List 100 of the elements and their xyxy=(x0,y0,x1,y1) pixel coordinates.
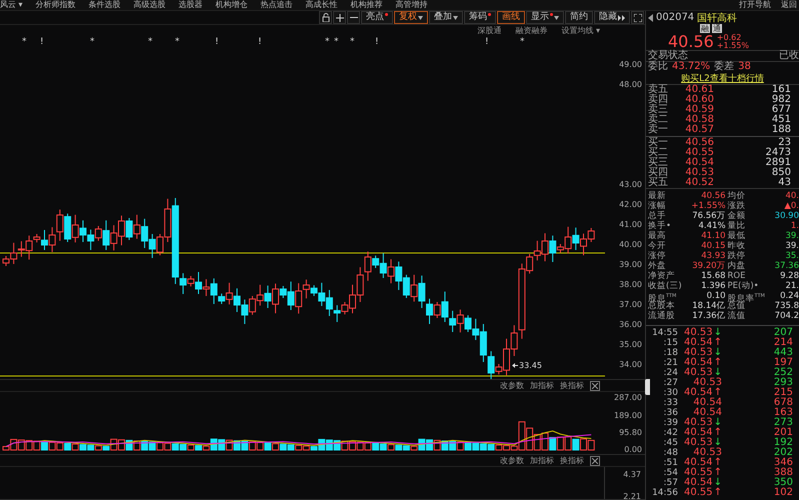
stat-value: 40. xyxy=(784,191,799,201)
menu-item[interactable]: 打开导航 xyxy=(739,0,771,10)
stat-value: 0.10 xyxy=(706,291,726,301)
zoom-in-button[interactable] xyxy=(333,11,346,24)
tick-time: :36 xyxy=(662,408,678,418)
event-marker[interactable]: * xyxy=(325,37,330,47)
menu-item[interactable]: 机构推荐 xyxy=(350,0,383,10)
toolbar-button[interactable]: 亮点 xyxy=(361,11,393,24)
stat-label: 收益(三) xyxy=(648,281,683,291)
menu-item[interactable]: 分析师指数 xyxy=(36,0,76,10)
stat-label: 内盘 xyxy=(728,261,747,271)
axis-label: 42.00 xyxy=(619,200,642,210)
toolbar-button[interactable]: 隐藏 xyxy=(594,11,630,24)
tick-price: 40.55 xyxy=(684,488,713,498)
close-icon[interactable] xyxy=(590,380,600,390)
tick-time: 14:56 xyxy=(651,488,678,498)
chart-link[interactable]: 融资融券 xyxy=(515,25,548,37)
stat-value: 4.41% xyxy=(698,221,726,231)
tick-time: :42 xyxy=(662,428,678,438)
stat-label: 流值 xyxy=(728,311,747,321)
order-price: 40.52 xyxy=(684,178,714,188)
toolbar-button[interactable]: 筹码 xyxy=(464,11,496,24)
tick-price: 40.53 xyxy=(684,368,713,378)
axis-label: 189.00 xyxy=(614,410,642,421)
indicator-link[interactable]: 加指标 xyxy=(530,455,554,466)
toolbar-button[interactable]: 叠加 xyxy=(429,11,463,24)
menu-item[interactable]: 条件选股 xyxy=(88,0,121,10)
axis-label: 95.80 xyxy=(619,428,642,438)
event-marker[interactable]: ! xyxy=(485,37,489,47)
tick-volume: 678 xyxy=(772,398,793,408)
axis-label: 4.37 xyxy=(623,470,641,480)
stat-label: 最高 xyxy=(648,231,667,241)
event-marker[interactable]: * xyxy=(148,37,152,47)
price-change: +0.62 xyxy=(716,34,742,42)
tick-volume: 214 xyxy=(772,338,793,348)
indicator-link[interactable]: 换指标 xyxy=(560,455,584,466)
toolbar-button[interactable]: 简约 xyxy=(565,11,593,24)
menu-item[interactable]: 返回 xyxy=(781,0,797,10)
stat-label: 量比 xyxy=(728,221,747,231)
direction-arrow: ↑ xyxy=(714,468,722,478)
toolbar-button[interactable]: 复权 xyxy=(394,11,428,24)
tick-time: :39 xyxy=(662,418,678,428)
tick-volume: 350 xyxy=(772,478,793,488)
event-marker[interactable]: * xyxy=(350,37,354,47)
axis-label: 43.00 xyxy=(619,180,642,190)
chart-link[interactable]: 深股通 xyxy=(477,25,502,37)
indicator-link[interactable]: 换指标 xyxy=(560,380,584,391)
l2-link[interactable]: 购买L2查看十档行情 xyxy=(681,72,764,84)
menu-item[interactable]: 高管增持 xyxy=(396,0,428,10)
event-marker[interactable]: ! xyxy=(258,37,262,47)
menu-item[interactable]: 高级选股 xyxy=(134,0,166,10)
zoom-out-button[interactable] xyxy=(347,11,360,24)
toolbar-button[interactable]: 显示 xyxy=(526,11,564,24)
field-value: 43.72% xyxy=(672,62,710,72)
event-marker[interactable]: ! xyxy=(375,37,379,47)
event-marker[interactable]: * xyxy=(520,37,524,47)
collapse-handle[interactable] xyxy=(645,379,650,395)
menu-item[interactable]: 热点追击 xyxy=(260,0,293,10)
menu-item[interactable]: 机构增仓 xyxy=(216,0,248,10)
event-marker[interactable]: ! xyxy=(40,37,44,47)
event-marker[interactable]: * xyxy=(90,37,94,47)
order-volume: 850 xyxy=(770,168,791,178)
tick-time: :24 xyxy=(662,368,678,378)
menu-item[interactable]: 高成长性 xyxy=(306,0,338,10)
event-marker[interactable]: * xyxy=(334,37,338,47)
event-marker[interactable]: * xyxy=(175,37,180,47)
left-arrow-icon xyxy=(512,363,518,368)
lock-icon[interactable] xyxy=(319,11,332,24)
stat-value: 15.68 xyxy=(700,271,726,281)
tick-price: 40.54 xyxy=(684,388,713,398)
event-marker[interactable]: ! xyxy=(215,37,219,47)
direction-arrow: ↑ xyxy=(714,428,722,438)
toolbar-button[interactable]: 画线 xyxy=(497,11,525,24)
direction-arrow: ↑ xyxy=(714,338,722,348)
close-icon[interactable] xyxy=(590,456,600,466)
indicator-link[interactable]: 改参数 xyxy=(500,380,524,391)
tick-volume: 202 xyxy=(772,448,793,458)
indicator-link[interactable]: 加指标 xyxy=(530,380,554,391)
stat-value: 39.20万 xyxy=(691,261,726,271)
tick-volume: 252 xyxy=(772,368,793,378)
indicator-link[interactable]: 改参数 xyxy=(500,455,524,466)
axis-label: 0.00 xyxy=(624,445,642,455)
stat-label: 涨跌 xyxy=(728,201,747,211)
order-price: 40.57 xyxy=(684,125,714,135)
event-marker[interactable]: * xyxy=(22,37,26,47)
axis-label: 37.00 xyxy=(619,300,642,310)
order-level-label: 卖二 xyxy=(648,115,669,125)
tick-volume: 293 xyxy=(772,378,793,388)
tick-price: 40.53 xyxy=(684,348,713,358)
order-volume: 677 xyxy=(770,105,791,115)
menu-item[interactable]: 风云 ▾ xyxy=(0,0,23,10)
order-level-label: 买四 xyxy=(648,168,669,178)
tick-price: 40.54 xyxy=(693,398,722,408)
chart-link[interactable]: 设置均线 ▾ xyxy=(561,25,600,37)
tick-volume: 192 xyxy=(772,438,793,448)
stat-value: 76.56万 xyxy=(691,211,726,221)
menu-item[interactable]: 选股器 xyxy=(178,0,203,10)
left-arrow-icon[interactable] xyxy=(648,14,653,22)
stat-label: 均价 xyxy=(728,191,747,201)
fullscreen-icon[interactable] xyxy=(631,11,644,24)
